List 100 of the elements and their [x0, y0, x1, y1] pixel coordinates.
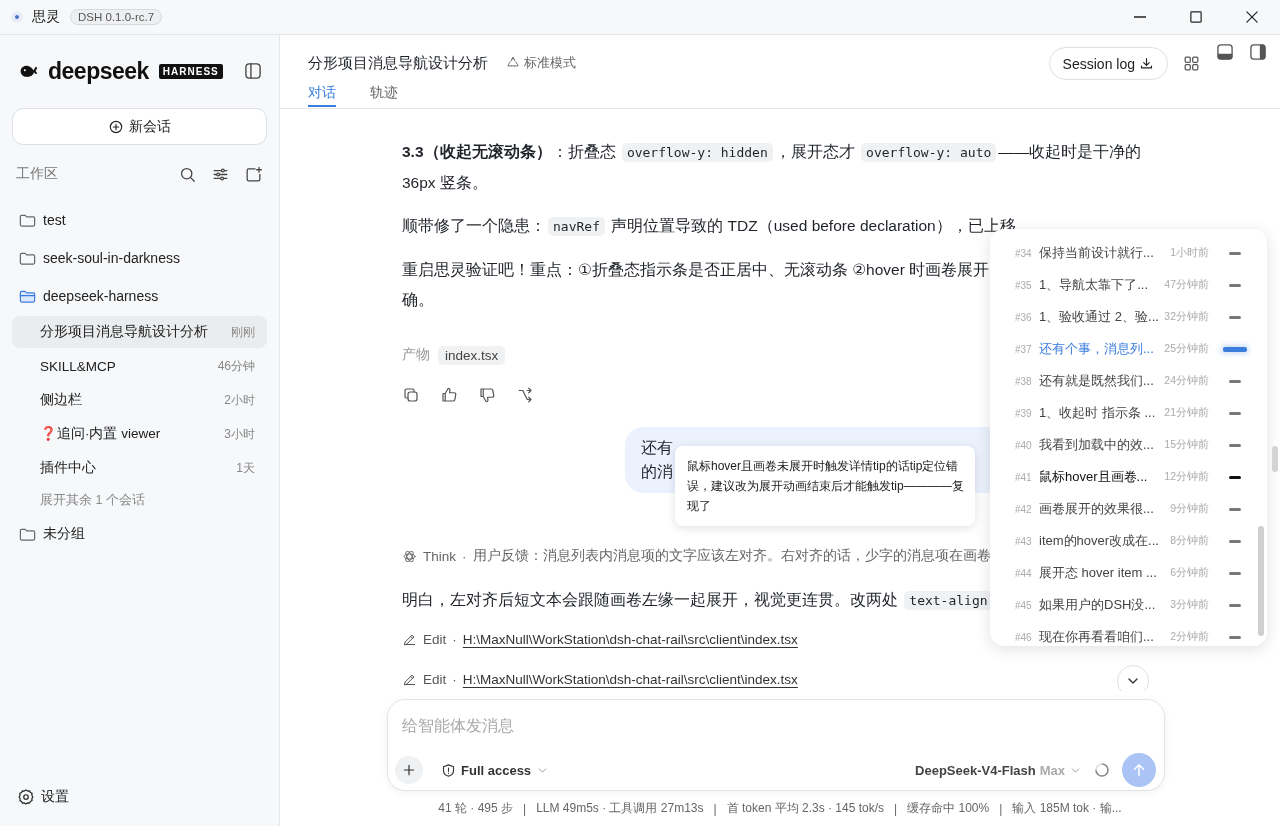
navigator-item[interactable]: #35 1、导航太靠下了... 47分钟前 — [990, 269, 1267, 301]
artifacts-label: 产物 — [402, 346, 430, 364]
shield-icon — [441, 762, 456, 778]
separator: | — [999, 801, 1003, 816]
message-preview: 1、导航太靠下了... — [1039, 276, 1150, 294]
message-index: #44 — [1015, 567, 1033, 579]
scroll-down-button[interactable] — [1117, 665, 1149, 691]
message-time: 24分钟前 — [1163, 374, 1209, 388]
message-index: #41 — [1015, 471, 1033, 483]
message-index: #39 — [1015, 407, 1033, 419]
navigator-item[interactable]: #37 还有个事，消息列... 25分钟前 — [990, 333, 1267, 365]
message-index: #36 — [1015, 311, 1033, 323]
settings-button[interactable]: 设置 — [12, 768, 267, 826]
position-marker — [1229, 507, 1241, 511]
position-marker — [1229, 315, 1241, 319]
message-input[interactable]: 给智能体发消息 — [402, 702, 1150, 750]
copy-icon — [402, 386, 420, 404]
session-item[interactable]: SKILL&MCP 46分钟 — [12, 350, 267, 382]
think-summary: 用户反馈：消息列表内消息项的文字应该左对齐。右对齐的话，少字的消息项在画卷 — [472, 547, 991, 565]
like-button[interactable] — [440, 386, 458, 404]
new-chat-button[interactable]: 新会话 — [12, 108, 267, 145]
separator: | — [523, 801, 527, 816]
access-dropdown[interactable]: Full access — [441, 762, 550, 778]
message-paragraph: 重启思灵验证吧！重点：①折叠态指示条是否正居中、无滚动条 ②hover 时画卷展开 确。 — [402, 260, 990, 310]
status-item: 输入 185M tok · 输... — [1012, 800, 1122, 817]
position-marker — [1229, 443, 1241, 447]
navigator-item[interactable]: #44 展开态 hover item ... 6分钟前 — [990, 557, 1267, 589]
session-item[interactable]: ❓追问·内置 viewer 3小时 — [12, 418, 267, 450]
navigator-item[interactable]: #39 1、收起时 指示条 ... 21分钟前 — [990, 397, 1267, 429]
message-preview: 保持当前设计就行... — [1039, 244, 1155, 262]
branch-button[interactable] — [516, 386, 534, 404]
minimize-icon — [1134, 16, 1146, 18]
position-marker — [1229, 571, 1241, 575]
navigator-item[interactable]: #34 保持当前设计就行... 1小时前 — [990, 237, 1267, 269]
composer-field[interactable]: 给智能体发消息 Full access DeepSeek-V4-Flash Max — [387, 699, 1165, 791]
message-time: 32分钟前 — [1163, 310, 1209, 324]
panel-icon — [243, 61, 263, 81]
message-index: #46 — [1015, 631, 1033, 643]
folder-item[interactable]: seek-soul-in-darkness — [12, 239, 267, 277]
show-more-link[interactable]: 展开其余 1 个会话 — [40, 491, 145, 509]
scrollbar[interactable] — [1272, 446, 1278, 472]
attach-button[interactable] — [395, 756, 423, 784]
tab[interactable]: 轨迹 — [370, 79, 398, 107]
message-time: 2分钟前 — [1169, 630, 1209, 644]
sidebar-toggle-button[interactable] — [243, 61, 263, 81]
message-paragraph: 3.3（收起无滚动条）：折叠态 overflow-y: hidden ，展开态才 overflow-y: auto ——收起时是干净的 36px 竖条。 — [402, 142, 1142, 193]
file-path-link[interactable]: H:\MaxNull\WorkStation\dsh-chat-rail\src\client\index.tsx — [462, 631, 798, 647]
session-title: 分形项目消息导航设计分析 — [40, 323, 209, 341]
file-chip[interactable]: index.tsx — [438, 345, 506, 365]
version-badge: DSH 0.1.0-rc.7 — [70, 9, 163, 25]
thumbs-down-icon — [478, 386, 496, 404]
navigator-item[interactable]: #43 item的hover改成在... 8分钟前 — [990, 525, 1267, 557]
position-marker — [1229, 379, 1241, 383]
tab[interactable]: 对话 — [308, 79, 336, 107]
message-preview: 展开态 hover item ... — [1039, 564, 1158, 582]
message-time: 12分钟前 — [1163, 470, 1209, 484]
status-item: 41 轮 · 495 步 — [438, 800, 513, 817]
message-time: 8分钟前 — [1169, 534, 1209, 548]
folder-item[interactable]: deepseek-harness — [12, 277, 267, 315]
position-marker — [1223, 346, 1247, 352]
spinner-icon — [1094, 762, 1110, 778]
session-item[interactable]: 侧边栏 2小时 — [12, 384, 267, 416]
model-dropdown[interactable]: DeepSeek-V4-Flash Max — [915, 762, 1082, 778]
separator: · — [462, 548, 467, 564]
scrollbar[interactable] — [1258, 526, 1264, 636]
think-label[interactable]: Think — [423, 548, 456, 564]
copy-button[interactable] — [402, 386, 420, 404]
navigator-item[interactable]: #38 还有就是既然我们... 24分钟前 — [990, 365, 1267, 397]
folder-item[interactable]: 未分组 — [12, 515, 267, 553]
settings-icon — [17, 788, 35, 806]
position-marker — [1229, 603, 1241, 607]
brand-badge: HARNESS — [158, 63, 223, 79]
separator: · — [452, 631, 457, 647]
grid-icon — [1182, 54, 1201, 73]
download-icon — [1139, 56, 1154, 71]
branch-icon — [516, 386, 534, 404]
folder-item[interactable]: test — [12, 201, 267, 239]
position-marker — [1229, 635, 1241, 639]
grid-view-button[interactable] — [1182, 54, 1201, 73]
new-folder-button[interactable] — [244, 164, 263, 184]
tool-label: Edit — [423, 671, 447, 687]
bottom-panel-button[interactable] — [1215, 42, 1235, 62]
session-item[interactable]: 插件中心 1天 — [12, 452, 267, 484]
plus-icon — [401, 762, 417, 778]
message-time: 9分钟前 — [1169, 502, 1209, 516]
status-item: 缓存命中 100% — [907, 800, 990, 817]
separator: · — [452, 671, 457, 687]
file-path-link[interactable]: H:\MaxNull\WorkStation\dsh-chat-rail\src\client\index.tsx — [462, 671, 798, 687]
right-panel-button[interactable] — [1248, 42, 1268, 62]
session-item[interactable]: 分形项目消息导航设计分析 刚刚 — [12, 316, 267, 348]
navigator-item[interactable]: #36 1、验收通过 2、验... 32分钟前 — [990, 301, 1267, 333]
navigator-item[interactable]: #45 如果用户的DSH没... 3分钟前 — [990, 589, 1267, 621]
atom-icon — [402, 548, 417, 564]
dislike-button[interactable] — [478, 386, 496, 404]
message-preview: 还有个事，消息列... — [1039, 340, 1155, 358]
position-marker — [1229, 251, 1241, 255]
message-time: 47分钟前 — [1163, 278, 1209, 292]
navigator-item[interactable]: #42 画卷展开的效果很... 9分钟前 — [990, 493, 1267, 525]
maximize-icon — [1190, 11, 1202, 23]
navigator-item[interactable]: #46 现在你再看看咱们... 2分钟前 — [990, 621, 1267, 653]
